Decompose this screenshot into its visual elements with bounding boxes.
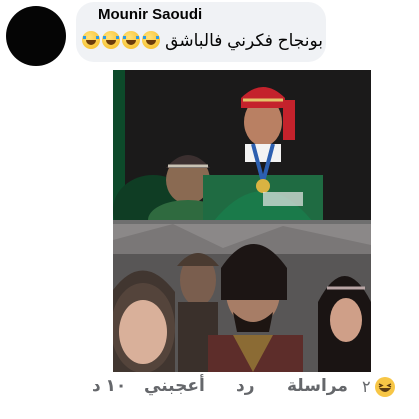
- like-button[interactable]: أعجبني: [144, 376, 205, 396]
- emoji-group: [82, 31, 161, 49]
- comment-text-row: بونجاح فكرني فالباشق: [82, 31, 323, 51]
- meme-image-artwork: [113, 70, 371, 372]
- reactions-summary[interactable]: ٢: [362, 376, 396, 398]
- comment-timestamp[interactable]: ١٠ د: [92, 376, 126, 396]
- reply-button[interactable]: رد: [236, 376, 255, 396]
- commenter-avatar[interactable]: [6, 6, 66, 66]
- laughing-tears-icon: [142, 31, 161, 49]
- message-button[interactable]: مراسلة: [287, 376, 348, 396]
- reaction-count: ٢: [362, 379, 371, 396]
- laughing-tears-icon: [122, 31, 141, 49]
- comment-text: بونجاح فكرني فالباشق: [165, 31, 323, 50]
- laughing-tears-icon: [102, 31, 121, 49]
- laughing-tears-icon: [82, 31, 101, 49]
- comment-meme-image[interactable]: [113, 70, 371, 372]
- haha-reaction-icon: [374, 377, 395, 397]
- comment-author-name[interactable]: Mounir Saoudi: [98, 6, 202, 23]
